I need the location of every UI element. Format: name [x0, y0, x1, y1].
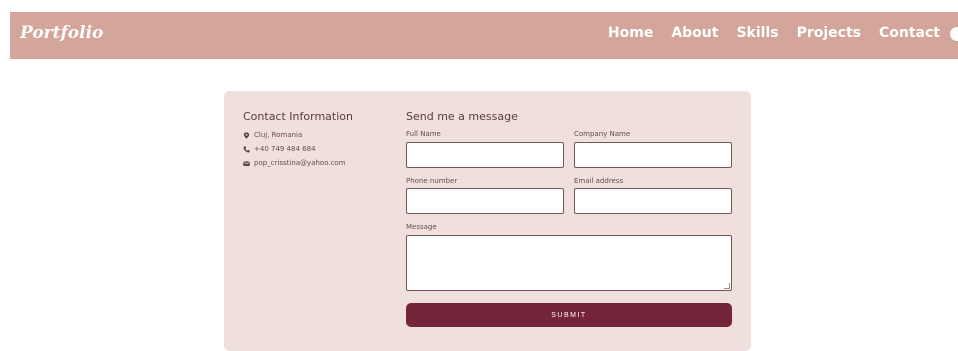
phone-icon — [243, 146, 250, 153]
location-text: Cluj, Romania — [254, 131, 303, 139]
resize-handle-icon[interactable] — [724, 283, 730, 289]
phone-text: +40 749 484 684 — [254, 145, 316, 153]
message-textarea[interactable] — [406, 235, 732, 291]
navbar: Portfolio Home About Skills Projects Con… — [10, 12, 958, 59]
full-name-label: Full Name — [406, 130, 441, 138]
email-line: pop_crisstina@yahoo.com — [243, 159, 346, 167]
form-title: Send me a message — [406, 110, 518, 123]
nav-link-skills[interactable]: Skills — [736, 25, 778, 41]
theme-toggle-icon[interactable] — [950, 26, 958, 42]
nav-link-home[interactable]: Home — [608, 25, 653, 41]
company-name-label: Company Name — [574, 130, 631, 138]
company-name-input[interactable] — [574, 142, 732, 168]
location-line: Cluj, Romania — [243, 131, 302, 139]
location-pin-icon — [243, 131, 250, 139]
full-name-input[interactable] — [406, 142, 564, 168]
envelope-icon — [243, 160, 250, 166]
nav-links: Home About Skills Projects Contact — [608, 25, 958, 41]
submit-button[interactable]: SUBMIT — [406, 303, 732, 327]
email-address-label: Email address — [574, 177, 624, 185]
phone-line: +40 749 484 684 — [243, 145, 316, 153]
phone-number-input[interactable] — [406, 188, 564, 214]
contact-card: Contact Information Cluj, Romania +40 74… — [224, 91, 751, 351]
logo[interactable]: Portfolio — [20, 23, 103, 43]
contact-info-title: Contact Information — [243, 110, 353, 123]
message-label: Message — [406, 223, 437, 231]
email-address-input[interactable] — [574, 188, 732, 214]
email-text: pop_crisstina@yahoo.com — [254, 159, 346, 167]
nav-link-contact[interactable]: Contact — [879, 25, 940, 41]
phone-number-label: Phone number — [406, 177, 458, 185]
nav-link-about[interactable]: About — [671, 25, 718, 41]
nav-link-projects[interactable]: Projects — [797, 25, 861, 41]
